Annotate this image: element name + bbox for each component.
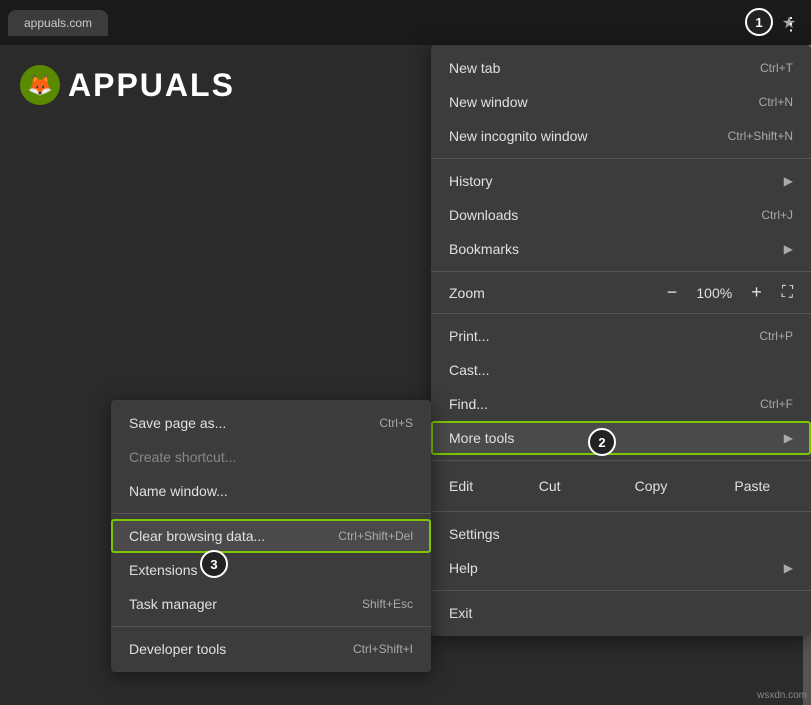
edit-label: Edit (439, 478, 499, 494)
menu-item-settings[interactable]: Settings (431, 517, 811, 551)
arrow-bookmarks: ▶ (784, 242, 793, 256)
separator-2 (431, 271, 811, 272)
sub-separator-1 (111, 513, 431, 514)
appuals-logo: 🦊 APPUALS (20, 65, 235, 105)
submenu-label-extensions: Extensions (129, 562, 197, 578)
submenu-label-clear-browsing: Clear browsing data... (129, 528, 265, 544)
separator-6 (431, 590, 811, 591)
logo-icon: 🦊 (20, 65, 60, 105)
badge-3: 3 (200, 550, 228, 578)
menu-label-print: Print... (449, 328, 489, 344)
submenu-label-dev-tools: Developer tools (129, 641, 226, 657)
menu-item-new-tab[interactable]: New tab Ctrl+T (431, 51, 811, 85)
menu-label-new-tab: New tab (449, 60, 500, 76)
arrow-more-tools: ▶ (784, 431, 793, 445)
zoom-row: Zoom − 100% + ⛶ (431, 277, 811, 308)
menu-label-settings: Settings (449, 526, 500, 542)
paste-button[interactable]: Paste (702, 472, 803, 500)
submenu-item-task-manager[interactable]: Task manager Shift+Esc (111, 587, 431, 621)
submenu-label-create-shortcut: Create shortcut... (129, 449, 236, 465)
badge-1: 1 (745, 8, 773, 36)
submenu-label-name-window: Name window... (129, 483, 228, 499)
menu-item-exit[interactable]: Exit (431, 596, 811, 630)
submenu-item-extensions[interactable]: Extensions (111, 553, 431, 587)
menu-item-more-tools[interactable]: More tools ▶ (431, 421, 811, 455)
menu-item-downloads[interactable]: Downloads Ctrl+J (431, 198, 811, 232)
submenu-item-save-page[interactable]: Save page as... Ctrl+S (111, 406, 431, 440)
menu-item-history[interactable]: History ▶ (431, 164, 811, 198)
menu-item-help[interactable]: Help ▶ (431, 551, 811, 585)
menu-label-find: Find... (449, 396, 488, 412)
main-menu: New tab Ctrl+T New window Ctrl+N New inc… (431, 45, 811, 636)
browser-top-bar: appuals.com ★ (0, 0, 811, 45)
menu-label-incognito: New incognito window (449, 128, 588, 144)
menu-item-print[interactable]: Print... Ctrl+P (431, 319, 811, 353)
menu-item-incognito[interactable]: New incognito window Ctrl+Shift+N (431, 119, 811, 153)
sub-menu-more-tools: Save page as... Ctrl+S Create shortcut..… (111, 400, 431, 672)
shortcut-find: Ctrl+F (760, 397, 793, 411)
copy-button[interactable]: Copy (600, 472, 701, 500)
arrow-history: ▶ (784, 174, 793, 188)
menu-label-history: History (449, 173, 493, 189)
submenu-item-dev-tools[interactable]: Developer tools Ctrl+Shift+I (111, 632, 431, 666)
submenu-label-task-manager: Task manager (129, 596, 217, 612)
shortcut-new-window: Ctrl+N (759, 95, 793, 109)
active-tab[interactable]: appuals.com (8, 10, 108, 36)
zoom-plus-button[interactable]: + (745, 282, 768, 303)
menu-label-exit: Exit (449, 605, 472, 621)
three-dots-button[interactable]: ⋮ (775, 8, 807, 40)
menu-label-help: Help (449, 560, 478, 576)
cut-button[interactable]: Cut (499, 472, 600, 500)
separator-1 (431, 158, 811, 159)
separator-4 (431, 460, 811, 461)
shortcut-downloads: Ctrl+J (761, 208, 793, 222)
shortcut-task-manager: Shift+Esc (362, 597, 413, 611)
menu-label-downloads: Downloads (449, 207, 518, 223)
arrow-help: ▶ (784, 561, 793, 575)
menu-item-cast[interactable]: Cast... (431, 353, 811, 387)
shortcut-print: Ctrl+P (759, 329, 793, 343)
separator-3 (431, 313, 811, 314)
shortcut-new-tab: Ctrl+T (760, 61, 793, 75)
menu-label-bookmarks: Bookmarks (449, 241, 519, 257)
sub-separator-2 (111, 626, 431, 627)
zoom-value: 100% (693, 285, 735, 301)
menu-item-bookmarks[interactable]: Bookmarks ▶ (431, 232, 811, 266)
menu-item-new-window[interactable]: New window Ctrl+N (431, 85, 811, 119)
tab-bar: appuals.com (8, 10, 775, 36)
zoom-label: Zoom (449, 285, 661, 301)
submenu-item-clear-browsing[interactable]: Clear browsing data... Ctrl+Shift+Del (111, 519, 431, 553)
menu-label-new-window: New window (449, 94, 528, 110)
submenu-item-create-shortcut[interactable]: Create shortcut... (111, 440, 431, 474)
zoom-minus-button[interactable]: − (661, 282, 684, 303)
zoom-fullscreen-button[interactable]: ⛶ (782, 284, 793, 302)
logo-text: APPUALS (68, 67, 235, 104)
submenu-label-save-page: Save page as... (129, 415, 226, 431)
shortcut-save-page: Ctrl+S (379, 416, 413, 430)
shortcut-clear-browsing: Ctrl+Shift+Del (338, 529, 413, 543)
menu-item-find[interactable]: Find... Ctrl+F (431, 387, 811, 421)
menu-label-more-tools: More tools (449, 430, 514, 446)
shortcut-dev-tools: Ctrl+Shift+I (353, 642, 413, 656)
badge-2: 2 (588, 428, 616, 456)
zoom-controls: − 100% + ⛶ (661, 282, 793, 303)
shortcut-incognito: Ctrl+Shift+N (728, 129, 793, 143)
menu-label-cast: Cast... (449, 362, 489, 378)
submenu-item-name-window[interactable]: Name window... (111, 474, 431, 508)
separator-5 (431, 511, 811, 512)
edit-row: Edit Cut Copy Paste (431, 466, 811, 506)
watermark: wsxdn.com (757, 690, 807, 701)
